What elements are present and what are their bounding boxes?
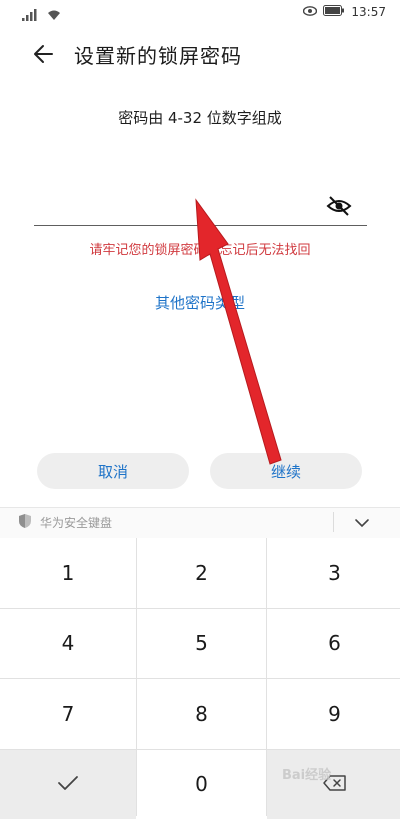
shield-icon (18, 513, 32, 529)
password-input[interactable] (34, 180, 318, 218)
battery-icon (323, 5, 345, 19)
key-5[interactable]: 5 (137, 609, 266, 679)
continue-button[interactable]: 继续 (210, 453, 362, 489)
confirm-key[interactable] (0, 750, 136, 819)
eye-status-icon (303, 5, 317, 19)
toggle-visibility-icon[interactable] (325, 194, 353, 218)
clock: 13:57 (351, 5, 386, 19)
toolbar-divider (333, 512, 334, 532)
wifi-icon (46, 6, 62, 25)
key-2[interactable]: 2 (137, 538, 266, 608)
key-1[interactable]: 1 (0, 538, 136, 608)
status-left (22, 6, 62, 25)
status-right: 13:57 (303, 5, 386, 19)
key-4[interactable]: 4 (0, 609, 136, 679)
key-3[interactable]: 3 (267, 538, 400, 608)
page-title: 设置新的锁屏密码 (74, 40, 242, 69)
signal-icon (22, 6, 40, 25)
input-underline (34, 225, 367, 226)
back-arrow-icon[interactable] (28, 38, 60, 70)
key-6[interactable]: 6 (267, 609, 400, 679)
cancel-button[interactable]: 取消 (37, 453, 189, 489)
other-password-types-link[interactable]: 其他密码类型 (0, 292, 400, 313)
backspace-key[interactable] (267, 750, 400, 819)
key-8[interactable]: 8 (137, 679, 266, 749)
chevron-down-icon[interactable] (354, 514, 370, 526)
checkmark-icon (57, 772, 79, 796)
watermark: Bai经验 (282, 764, 331, 783)
warning-text: 请牢记您的锁屏密码，忘记后无法找回 (0, 239, 400, 258)
key-9[interactable]: 9 (267, 679, 400, 749)
keyboard-title: 华为安全键盘 (40, 514, 112, 531)
numeric-keypad: 1 2 3 4 5 6 7 8 9 0 (0, 538, 400, 816)
key-7[interactable]: 7 (0, 679, 136, 749)
key-0[interactable]: 0 (137, 750, 266, 819)
password-hint: 密码由 4-32 位数字组成 (0, 107, 400, 128)
